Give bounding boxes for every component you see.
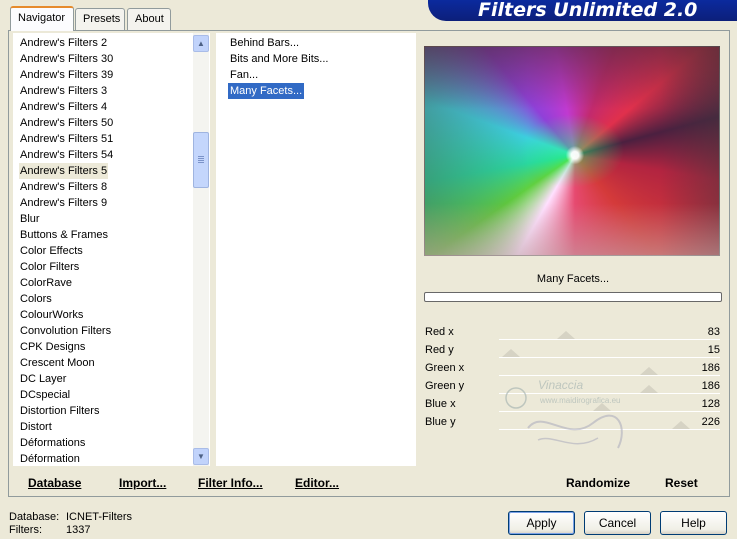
param-row[interactable]: Green y 186 [424, 377, 722, 395]
slider-track[interactable] [499, 375, 720, 376]
param-row[interactable]: Blue x 128 [424, 395, 722, 413]
category-item[interactable]: Distortion Filters [19, 403, 100, 419]
database-button[interactable]: Database [28, 476, 81, 490]
app-title-banner: Filters Unlimited 2.0 [428, 0, 737, 21]
category-item[interactable]: Blur [19, 211, 41, 227]
category-item[interactable]: Andrew's Filters 2 [19, 35, 108, 51]
param-row[interactable]: Red y 15 [424, 341, 722, 359]
database-value: ICNET-Filters [66, 511, 132, 523]
filters-count: 1337 [66, 524, 91, 536]
tab-about[interactable]: About [127, 8, 171, 30]
category-item[interactable]: ColourWorks [19, 307, 84, 323]
category-item[interactable]: Andrew's Filters 39 [19, 67, 114, 83]
param-name: Green x [425, 362, 465, 374]
category-item[interactable]: Andrew's Filters 8 [19, 179, 108, 195]
slider-thumb[interactable] [502, 349, 521, 357]
help-button[interactable]: Help [660, 511, 727, 535]
slider-thumb[interactable] [592, 403, 611, 411]
filter-info-button[interactable]: Filter Info... [198, 476, 263, 490]
database-label: Database: [9, 511, 60, 523]
slider-thumb[interactable] [671, 421, 690, 429]
preview-shading [424, 46, 720, 256]
category-item[interactable]: Déformation [19, 451, 81, 467]
import-button[interactable]: Import... [119, 476, 166, 490]
param-row[interactable]: Green x 186 [424, 359, 722, 377]
cancel-button[interactable]: Cancel [584, 511, 651, 535]
category-item[interactable]: Distort [19, 419, 53, 435]
category-item[interactable]: Crescent Moon [19, 355, 96, 371]
slider-thumb[interactable] [639, 385, 658, 393]
filter-item[interactable]: Behind Bars... [228, 35, 301, 51]
tab-presets[interactable]: Presets [75, 8, 125, 30]
scrollbar-thumb[interactable] [193, 132, 209, 188]
category-item[interactable]: Color Effects [19, 243, 84, 259]
reset-button[interactable]: Reset [665, 476, 698, 490]
slider-thumb[interactable] [639, 367, 658, 375]
filters-label: Filters: [9, 524, 42, 536]
category-item[interactable]: Color Filters [19, 259, 80, 275]
category-scrollbar[interactable] [193, 33, 209, 466]
category-item[interactable]: Convolution Filters [19, 323, 112, 339]
category-item[interactable]: DC Layer [19, 371, 67, 387]
category-item[interactable]: Buttons & Frames [19, 227, 109, 243]
category-item[interactable]: DCspecial [19, 387, 71, 403]
slider-track[interactable] [499, 393, 720, 394]
progress-bar [424, 292, 722, 302]
slider-thumb[interactable] [556, 331, 575, 339]
category-item[interactable]: Andrew's Filters 50 [19, 115, 114, 131]
category-item[interactable]: Andrew's Filters 51 [19, 131, 114, 147]
category-item[interactable]: Déformations [19, 435, 86, 451]
category-item[interactable]: Andrew's Filters 5 [19, 163, 109, 179]
param-name: Blue y [425, 416, 456, 428]
category-item[interactable]: ColorRave [19, 275, 73, 291]
param-name: Green y [425, 380, 465, 392]
param-name: Red y [425, 344, 454, 356]
category-item[interactable]: Andrew's Filters 30 [19, 51, 114, 67]
filter-item[interactable]: Bits and More Bits... [228, 51, 330, 67]
filter-title: Many Facets... [424, 268, 722, 291]
slider-track[interactable] [499, 357, 720, 358]
apply-button[interactable]: Apply [508, 511, 575, 535]
chevron-down-icon[interactable]: ▼ [193, 448, 209, 465]
filter-item[interactable]: Fan... [228, 67, 260, 83]
category-item[interactable]: Andrew's Filters 4 [19, 99, 108, 115]
slider-track[interactable] [499, 411, 720, 412]
randomize-button[interactable]: Randomize [566, 476, 630, 490]
slider-track[interactable] [499, 429, 720, 430]
filter-item[interactable]: Many Facets... [228, 83, 305, 99]
category-item[interactable]: Andrew's Filters 3 [19, 83, 108, 99]
param-name: Blue x [425, 398, 456, 410]
slider-track[interactable] [499, 339, 720, 340]
param-row[interactable]: Blue y 226 [424, 413, 722, 431]
category-item[interactable]: Andrew's Filters 54 [19, 147, 114, 163]
chevron-up-icon[interactable]: ▲ [193, 35, 209, 52]
category-item[interactable]: Colors [19, 291, 53, 307]
param-name: Red x [425, 326, 454, 338]
category-item[interactable]: Andrew's Filters 9 [19, 195, 108, 211]
param-row[interactable]: Red x 83 [424, 323, 722, 341]
editor-button[interactable]: Editor... [295, 476, 339, 490]
category-item[interactable]: CPK Designs [19, 339, 86, 355]
tab-navigator[interactable]: Navigator [10, 6, 74, 31]
